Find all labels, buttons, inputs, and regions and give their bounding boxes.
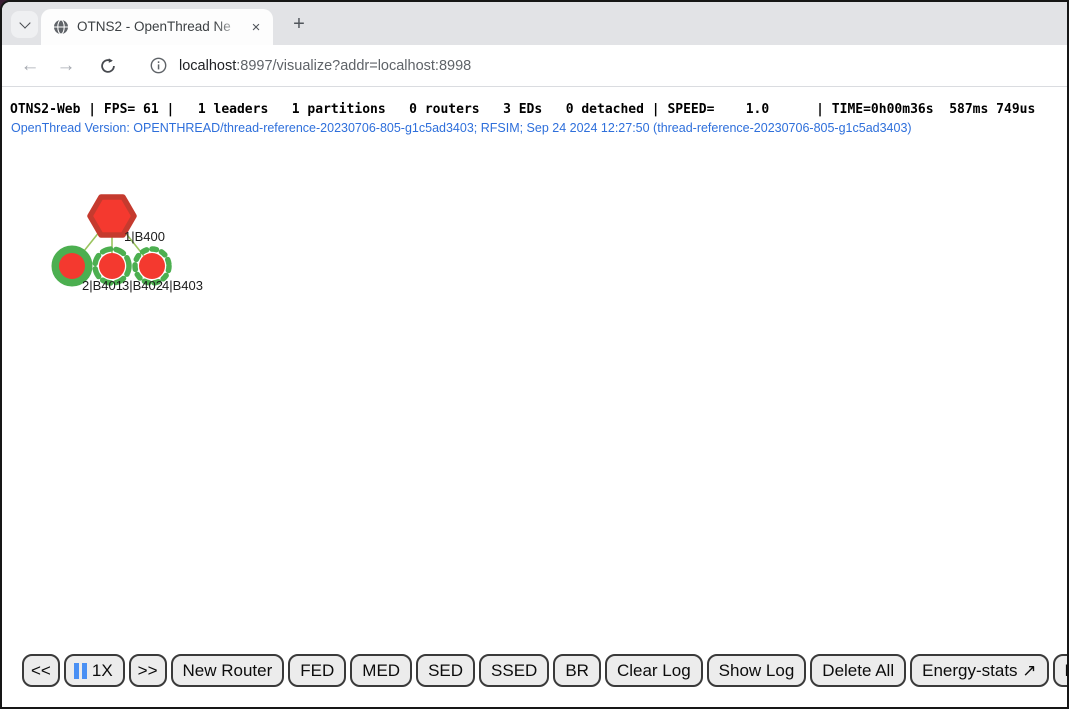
tab-title-wrap: OTNS2 - OpenThread Ne: [77, 18, 243, 36]
info-icon[interactable]: [150, 57, 167, 74]
speed-label: 1X: [92, 661, 113, 681]
url-path: :8997/visualize?addr=localhost:8998: [236, 58, 471, 74]
node-stats-button[interactable]: Node-stats ↗: [1053, 654, 1069, 687]
energy-stats-button[interactable]: Energy-stats ↗: [910, 654, 1048, 687]
new-tab-button[interactable]: +: [285, 10, 313, 38]
network-canvas: 1|B400 2|B401 3|B402 4|B403: [2, 87, 322, 317]
url-text: localhost:8997/visualize?addr=localhost:…: [179, 58, 471, 74]
speed-down-button[interactable]: <<: [22, 654, 60, 687]
reload-icon[interactable]: [94, 52, 122, 80]
url-bar[interactable]: localhost:8997/visualize?addr=localhost:…: [140, 50, 1057, 82]
speed-up-button[interactable]: >>: [129, 654, 167, 687]
node-label-4: 4|B403: [162, 278, 203, 293]
fed-button[interactable]: FED: [288, 654, 346, 687]
node-label-3: 3|B402: [122, 278, 163, 293]
br-button[interactable]: BR: [553, 654, 601, 687]
tab-strip: OTNS2 - OpenThread Ne × +: [2, 2, 1067, 45]
tab-otns2[interactable]: OTNS2 - OpenThread Ne ×: [41, 9, 273, 45]
node-label-1: 1|B400: [124, 229, 165, 244]
ssed-button[interactable]: SSED: [479, 654, 549, 687]
chevron-down-icon: [19, 17, 30, 28]
globe-icon: [53, 19, 69, 35]
tab-close-icon[interactable]: ×: [247, 18, 265, 36]
otns-page-content: OTNS2-Web | FPS= 61 | 1 leaders 1 partit…: [2, 87, 1067, 707]
action-toolbar: << 1X >> New Router FED MED SED SSED BR …: [22, 654, 1067, 687]
tab-title: OTNS2 - OpenThread Ne: [77, 19, 231, 34]
new-router-button[interactable]: New Router: [171, 654, 285, 687]
navigation-bar: ← → localhost:8997/visualize?addr=localh…: [2, 45, 1067, 87]
node-label-2: 2|B401: [82, 278, 123, 293]
url-host: localhost: [179, 58, 236, 74]
forward-icon[interactable]: →: [52, 52, 80, 80]
med-button[interactable]: MED: [350, 654, 412, 687]
delete-all-button[interactable]: Delete All: [810, 654, 906, 687]
back-icon[interactable]: ←: [16, 52, 44, 80]
browser-window: OTNS2 - OpenThread Ne × + ← → localhost:…: [0, 0, 1069, 709]
speed-display-button[interactable]: 1X: [64, 654, 125, 687]
show-log-button[interactable]: Show Log: [707, 654, 807, 687]
pause-icon: [74, 663, 87, 679]
clear-log-button[interactable]: Clear Log: [605, 654, 703, 687]
sed-button[interactable]: SED: [416, 654, 475, 687]
tab-search-button[interactable]: [11, 11, 38, 38]
